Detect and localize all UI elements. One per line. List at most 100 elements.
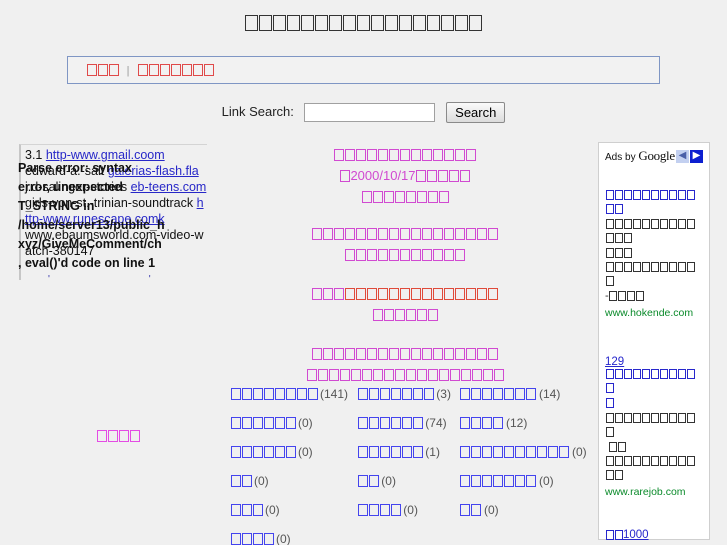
category-link[interactable] (460, 474, 537, 488)
category-count: (0) (381, 474, 396, 488)
nav-separator: | (126, 65, 130, 77)
nav-item-2-glyphs (137, 59, 214, 85)
ad-display-url: www.hokende.com (605, 307, 694, 319)
ads-header: Ads by Google ◀ ▶ (605, 148, 703, 164)
category-link[interactable] (460, 503, 482, 517)
category-link[interactable] (460, 445, 570, 459)
ad-item: 129 www.rarejob.com (605, 356, 703, 499)
category-link[interactable] (230, 503, 263, 517)
category-link[interactable] (230, 416, 296, 430)
category-count: (0) (254, 474, 269, 488)
grid-cell: (0) (452, 469, 588, 498)
center-line (222, 245, 588, 266)
center-line (222, 187, 588, 208)
error-line: T_STRING in (18, 199, 95, 213)
category-count: (0) (403, 503, 418, 517)
center-block-4 (222, 344, 588, 386)
ad-description: - (605, 219, 703, 305)
category-count: (141) (320, 387, 349, 401)
ad-title-link[interactable]: 1000 (605, 529, 703, 545)
center-block-3 (222, 284, 588, 326)
center-line: 2000/10/17 (222, 166, 588, 187)
category-count: (0) (538, 474, 554, 488)
search-input[interactable] (303, 103, 435, 122)
table-row: (0) (0) (0) (222, 498, 588, 527)
table-row: (0) (1) (0) (222, 440, 588, 469)
grid-cell: (0) (452, 440, 588, 469)
ad-display-url: www.rarejob.com (605, 486, 686, 498)
category-count: (1) (425, 445, 440, 459)
ads-list: -www.hokende.com129 www.rarejob.com10001… (605, 190, 703, 545)
page-title (0, 0, 727, 36)
left-panel-footer-glyphs (96, 427, 140, 447)
grid-cell: (0) (222, 498, 349, 527)
ad-title-link[interactable] (605, 190, 703, 218)
category-link[interactable] (357, 445, 423, 459)
category-link[interactable] (230, 387, 318, 401)
grid-cell: (0) (349, 469, 452, 498)
center-line (222, 284, 588, 305)
grid-cell: (3) (349, 382, 452, 411)
category-table: (141) (3) (14) (0) (74) (12) (0) (1) (0) (0) (0) (0… (222, 382, 588, 545)
category-link[interactable] (357, 416, 423, 430)
grid-cell: (0) (349, 498, 452, 527)
category-count: (0) (298, 416, 313, 430)
left-footer-glyphs (96, 429, 140, 447)
ads-pager: ◀ ▶ (676, 149, 703, 163)
ad-description (605, 413, 703, 484)
table-row: (0) (0) (0) (222, 469, 588, 498)
center-block-2 (222, 224, 588, 266)
google-ads-panel: Ads by Google ◀ ▶ - www.hokende.com 129 ww… (598, 142, 710, 541)
ad-item: - www.hokende.com (605, 190, 703, 320)
grid-cell: (0) (222, 469, 349, 498)
category-count: (3) (436, 387, 451, 401)
category-count: (0) (571, 445, 587, 459)
grid-cell-empty (349, 527, 452, 545)
center-line (222, 224, 588, 245)
center-line (222, 145, 588, 166)
center-line (222, 344, 588, 365)
category-link[interactable] (357, 474, 379, 488)
table-row: (141) (3) (14) (222, 382, 588, 411)
error-line: Parse error: syntax (18, 161, 132, 175)
center-line (222, 305, 588, 326)
ad-title-link[interactable]: 129 (605, 356, 703, 412)
grid-cell: (14) (452, 382, 588, 411)
ads-next-icon[interactable]: ▶ (690, 149, 703, 163)
category-count: (14) (538, 387, 561, 401)
error-line: /home/server13/public_h (18, 218, 165, 232)
grid-cell: (0) (222, 527, 349, 545)
table-row: (0) (222, 527, 588, 545)
nav-item-1[interactable] (86, 62, 123, 77)
grid-cell-empty (452, 527, 588, 545)
category-link[interactable] (357, 503, 401, 517)
center-announcement: 2000/10/17 (222, 137, 588, 386)
category-link[interactable] (230, 445, 296, 459)
ad-item: 10001000!www.bizreach.jp (605, 529, 703, 545)
category-count: (0) (276, 532, 291, 545)
category-link[interactable] (230, 532, 274, 545)
left-panel-marks: ' ' (48, 274, 199, 285)
category-link-grid: (141) (3) (14) (0) (74) (12) (0) (1) (0) (0) (0) (0… (222, 382, 588, 545)
category-count: (0) (483, 503, 499, 517)
php-parse-error-text: Parse error: syntax error, unexpected T_ST… (18, 159, 248, 273)
grid-cell: (0) (222, 440, 349, 469)
category-count: (0) (298, 445, 313, 459)
nav-item-1-glyphs (86, 59, 119, 85)
category-link[interactable] (357, 387, 434, 401)
grid-cell: (0) (222, 411, 349, 440)
grid-cell: (141) (222, 382, 349, 411)
ads-by-google-label: Ads by Google (605, 148, 675, 163)
nav-bar: | (67, 56, 660, 84)
category-link[interactable] (460, 387, 537, 401)
search-button[interactable]: Search (446, 102, 506, 123)
table-row: (0) (74) (12) (222, 411, 588, 440)
category-count: (12) (505, 416, 528, 430)
google-wordmark: Google (638, 148, 675, 163)
ads-prev-icon[interactable]: ◀ (676, 149, 689, 163)
category-link[interactable] (460, 416, 504, 430)
category-link[interactable] (230, 474, 252, 488)
grid-cell: (0) (452, 498, 588, 527)
nav-item-2[interactable] (133, 62, 214, 77)
error-line: , eval()'d code on line 1 (18, 256, 156, 270)
